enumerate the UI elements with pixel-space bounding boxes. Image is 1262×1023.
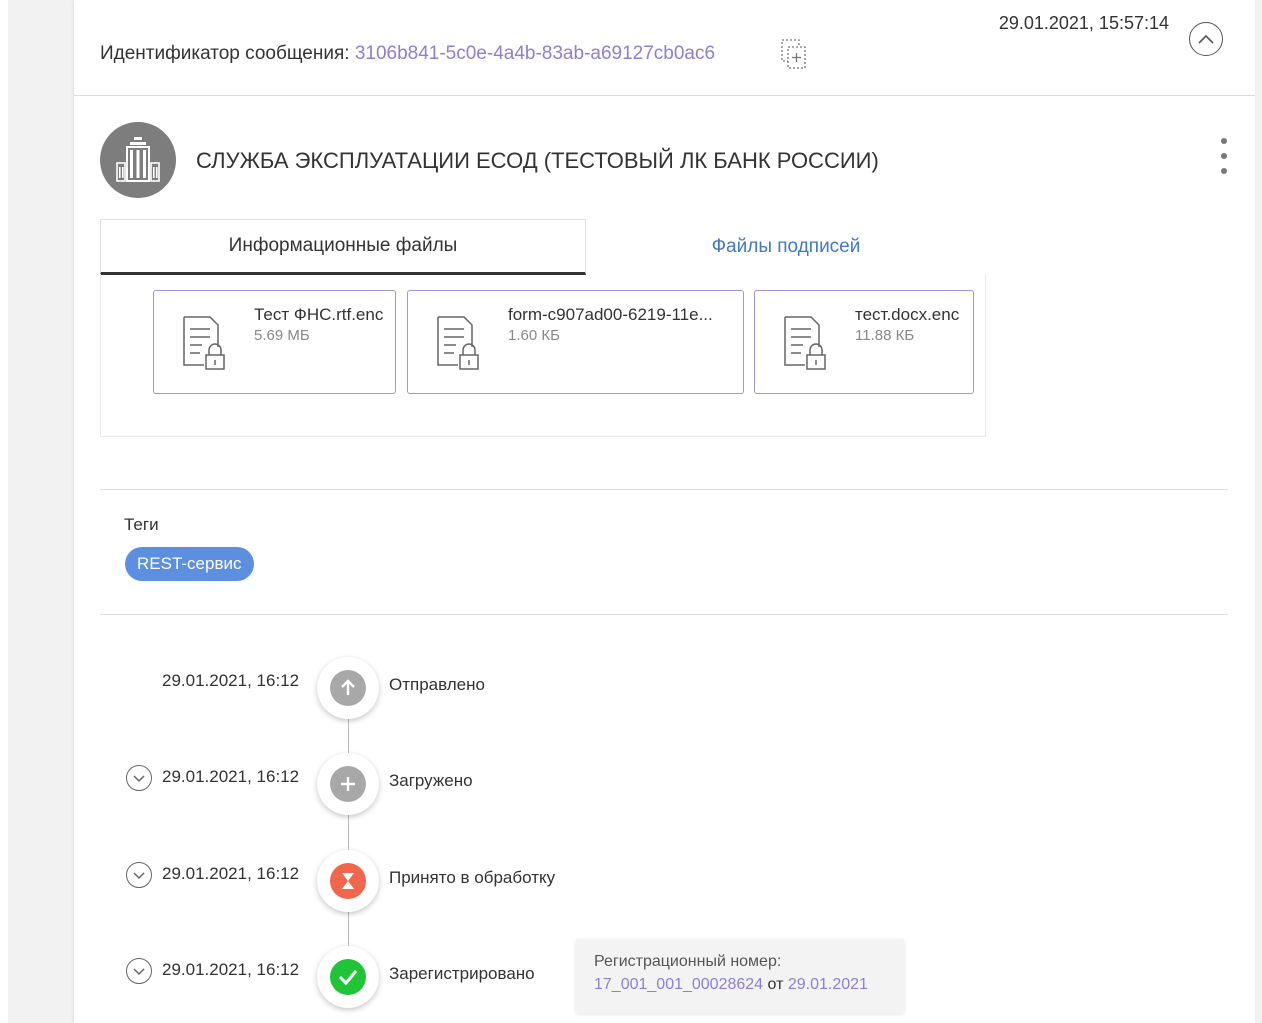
timeline-line bbox=[348, 690, 349, 990]
chevron-up-icon bbox=[1198, 34, 1214, 44]
timeline-row: 29.01.2021, 16:12 Загружено bbox=[74, 753, 974, 817]
tags-title: Теги bbox=[124, 515, 159, 534]
expand-button[interactable] bbox=[126, 765, 152, 791]
sender-avatar bbox=[100, 122, 176, 198]
file-tabs: Информационные файлы Файлы подписей bbox=[100, 219, 986, 275]
file-name: form-c907ad00-6219-11e... bbox=[508, 305, 713, 324]
expand-button[interactable] bbox=[126, 862, 152, 888]
file-name: тест.docx.enc bbox=[855, 305, 960, 324]
timeline-row: 29.01.2021, 16:12 Принято в обработку bbox=[74, 850, 974, 914]
message-id: Идентификатор сообщения: 3106b841-5c0e-4… bbox=[100, 43, 715, 65]
registration-label: Регистрационный номер: bbox=[594, 953, 782, 970]
timeline-date: 29.01.2021, 16:12 bbox=[162, 767, 300, 786]
file-size: 1.60 КБ bbox=[508, 327, 560, 344]
timeline-node bbox=[317, 657, 379, 719]
tab-info-files[interactable]: Информационные файлы bbox=[100, 219, 586, 275]
message-card: Идентификатор сообщения: 3106b841-5c0e-4… bbox=[74, 0, 1255, 1023]
sender-row: СЛУЖБА ЭКСПЛУАТАЦИИ ЕСОД (ТЕСТОВЫЙ ЛК БА… bbox=[100, 122, 1230, 198]
timeline-node bbox=[317, 753, 379, 815]
timeline-date: 29.01.2021, 16:12 bbox=[162, 960, 300, 979]
chevron-down-icon bbox=[133, 774, 145, 782]
file-name: Тест ФНС.rtf.enc bbox=[254, 305, 384, 324]
message-timestamp: 29.01.2021, 15:57:14 bbox=[998, 13, 1169, 33]
message-id-value[interactable]: 3106b841-5c0e-4a4b-83ab-a69127cb0ac6 bbox=[355, 43, 715, 64]
timeline-node bbox=[317, 850, 379, 912]
chevron-down-icon bbox=[133, 967, 145, 975]
encrypted-file-icon bbox=[784, 316, 826, 370]
collapse-button[interactable] bbox=[1189, 22, 1223, 56]
tab-signature-files[interactable]: Файлы подписей bbox=[586, 219, 986, 275]
file-card[interactable]: Тест ФНС.rtf.enc 5.69 МБ bbox=[153, 290, 396, 394]
timeline-row: 29.01.2021, 16:12 Отправлено bbox=[74, 657, 974, 721]
timeline-status: Зарегистрировано bbox=[389, 964, 535, 983]
expand-button[interactable] bbox=[126, 958, 152, 984]
message-id-label: Идентификатор сообщения: bbox=[100, 43, 355, 64]
files-panel: Тест ФНС.rtf.enc 5.69 МБ form-c907ad00-6… bbox=[100, 274, 986, 437]
copy-icon[interactable] bbox=[780, 38, 808, 70]
hourglass-icon bbox=[342, 873, 354, 889]
timeline-status: Отправлено bbox=[389, 675, 485, 694]
timeline-status: Принято в обработку bbox=[389, 868, 556, 887]
timeline-date: 29.01.2021, 16:12 bbox=[162, 671, 300, 690]
plus-icon bbox=[341, 777, 355, 791]
left-strip bbox=[0, 0, 8, 1023]
arrow-up-icon bbox=[341, 679, 355, 695]
registration-from: от bbox=[763, 976, 788, 993]
file-card[interactable]: тест.docx.enc 11.88 КБ bbox=[754, 290, 974, 394]
bank-building-icon bbox=[116, 137, 160, 182]
timeline-date: 29.01.2021, 16:12 bbox=[162, 864, 300, 883]
timeline-node bbox=[317, 946, 379, 1008]
registration-date[interactable]: 29.01.2021 bbox=[788, 976, 868, 993]
message-header: Идентификатор сообщения: 3106b841-5c0e-4… bbox=[74, 0, 1255, 96]
tag-chip[interactable]: REST-сервис bbox=[125, 547, 254, 581]
chevron-down-icon bbox=[133, 871, 145, 879]
timeline-status: Загружено bbox=[389, 771, 473, 790]
registration-popup: Регистрационный номер: 17_001_001_000286… bbox=[576, 939, 904, 1013]
file-size: 5.69 МБ bbox=[254, 327, 310, 344]
registration-number[interactable]: 17_001_001_00028624 bbox=[594, 976, 763, 993]
file-size: 11.88 КБ bbox=[855, 327, 915, 344]
encrypted-file-icon bbox=[183, 316, 225, 370]
divider bbox=[100, 614, 1228, 615]
check-icon bbox=[338, 970, 358, 986]
divider bbox=[100, 489, 1228, 490]
more-vertical-icon[interactable] bbox=[1214, 138, 1234, 174]
file-card[interactable]: form-c907ad00-6219-11e... 1.60 КБ bbox=[407, 290, 744, 394]
registration-details: 17_001_001_00028624 от 29.01.2021 bbox=[594, 976, 886, 994]
sender-name: СЛУЖБА ЭКСПЛУАТАЦИИ ЕСОД (ТЕСТОВЫЙ ЛК БА… bbox=[196, 148, 879, 173]
encrypted-file-icon bbox=[437, 316, 479, 370]
